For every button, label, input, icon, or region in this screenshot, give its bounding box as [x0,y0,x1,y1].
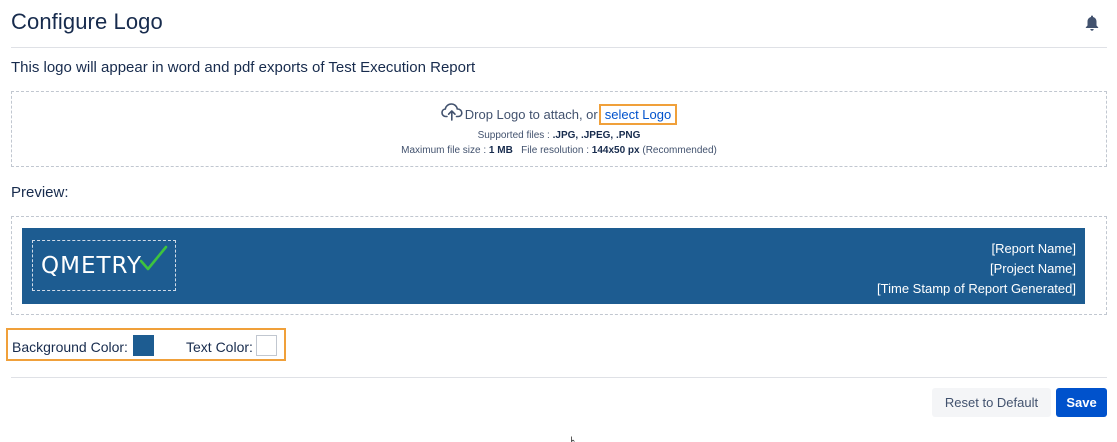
bell-icon[interactable] [1085,15,1099,31]
logo-text: QMETRY [41,253,143,279]
page-header: Configure Logo [11,0,1107,48]
checkmark-icon [139,245,168,271]
reset-to-default-button[interactable]: Reset to Default [932,388,1051,417]
project-name: [Project Name] [990,261,1076,276]
cloud-upload-icon [440,103,463,121]
background-color-swatch[interactable] [133,335,154,356]
drop-line: Drop Logo to attach, or select Logo [12,103,1106,125]
logo-dropzone[interactable]: Drop Logo to attach, or select Logo Supp… [11,91,1107,167]
preview-frame: QMETRY [Report Name] [Project Name] [Tim… [11,216,1107,315]
report-timestamp: [Time Stamp of Report Generated] [877,281,1076,296]
file-constraints: Maximum file size : 1 MB File resolution… [12,145,1106,156]
drop-text: Drop Logo to attach, or [464,106,598,122]
resolution-note: (Recommended) [642,145,717,156]
report-meta: [Report Name] [Project Name] [Time Stamp… [877,239,1076,299]
configure-logo-page: Configure Logo This logo will appear in … [0,0,1117,442]
select-logo-link[interactable]: select Logo [598,103,678,125]
supported-value: .JPG, .JPEG, .PNG [552,130,641,141]
page-title: Configure Logo [11,9,163,34]
resolution-value: 144x50 px [591,145,640,156]
save-button[interactable]: Save [1056,388,1107,417]
divider [11,377,1107,378]
preview-label: Preview: [11,184,69,201]
resolution-label: File resolution : [521,145,589,156]
text-color-swatch[interactable] [256,335,277,356]
supported-label: Supported files : [477,130,550,141]
report-name: [Report Name] [991,241,1076,256]
page-subtitle: This logo will appear in word and pdf ex… [11,59,476,76]
supported-files: Supported files : .JPG, .JPEG, .PNG [12,130,1106,141]
max-size-label: Maximum file size : [401,145,487,156]
color-settings: Background Color: Text Color: [6,328,286,361]
logo-preview: QMETRY [32,240,176,291]
text-color-label: Text Color: [186,339,253,355]
preview-banner: QMETRY [Report Name] [Project Name] [Tim… [22,228,1085,304]
max-size-value: 1 MB [488,145,513,156]
background-color-label: Background Color: [12,339,128,355]
mouse-cursor-icon [571,436,575,442]
